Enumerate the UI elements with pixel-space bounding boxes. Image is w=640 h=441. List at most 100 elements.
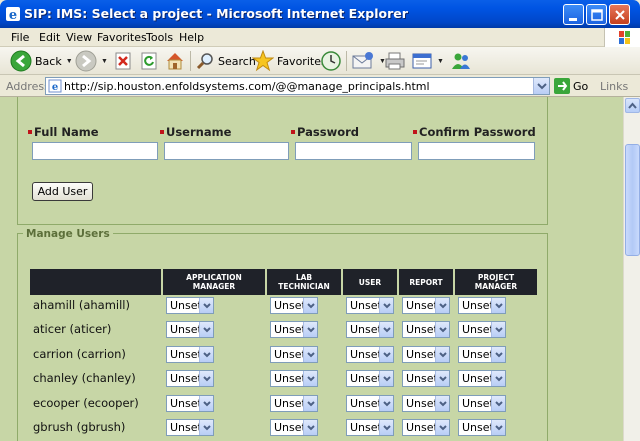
search-button[interactable]: Search (195, 49, 256, 73)
chevron-down-icon[interactable] (491, 298, 505, 313)
role-select[interactable]: Unset (346, 370, 394, 387)
chevron-down-icon[interactable] (199, 420, 213, 435)
menu-tools[interactable]: Tools (146, 31, 173, 44)
chevron-down-icon[interactable] (199, 371, 213, 386)
chevron-down-icon[interactable] (379, 371, 393, 386)
close-button[interactable] (609, 4, 630, 25)
chevron-down-icon[interactable] (199, 396, 213, 411)
stop-button[interactable] (113, 49, 133, 73)
chevron-down-icon[interactable] (303, 322, 317, 337)
confirm-password-input[interactable] (418, 142, 535, 160)
role-select[interactable]: Unset (346, 346, 394, 363)
password-input[interactable] (295, 142, 412, 160)
role-select[interactable]: Unset (166, 395, 214, 412)
role-select[interactable]: Unset (458, 297, 506, 314)
chevron-down-icon[interactable] (199, 347, 213, 362)
messenger-button[interactable] (450, 49, 472, 73)
back-dropdown-icon[interactable]: ▼ (66, 58, 73, 65)
role-select[interactable]: Unset (458, 395, 506, 412)
chevron-down-icon[interactable] (435, 298, 449, 313)
role-select[interactable]: Unset (402, 321, 450, 338)
title-bar[interactable]: e SIP: IMS: Select a project - Microsoft… (0, 0, 640, 28)
chevron-down-icon[interactable] (379, 420, 393, 435)
role-select[interactable]: Unset (402, 297, 450, 314)
scroll-up-button[interactable] (625, 98, 640, 113)
chevron-down-icon[interactable] (379, 298, 393, 313)
chevron-down-icon[interactable] (199, 322, 213, 337)
role-select[interactable]: Unset (166, 321, 214, 338)
minimize-button[interactable] (563, 4, 584, 25)
chevron-down-icon[interactable] (435, 420, 449, 435)
edit-dropdown-icon[interactable]: ▼ (437, 58, 444, 65)
role-select[interactable]: Unset (402, 370, 450, 387)
menu-file[interactable]: File (11, 31, 29, 44)
chevron-down-icon[interactable] (435, 322, 449, 337)
role-select[interactable]: Unset (166, 297, 214, 314)
role-select[interactable]: Unset (166, 419, 214, 436)
role-select[interactable]: Unset (166, 370, 214, 387)
vertical-scrollbar[interactable] (623, 97, 640, 441)
links-button[interactable]: Links (600, 80, 628, 93)
add-user-button[interactable]: Add User (32, 182, 93, 201)
go-button[interactable]: Go (554, 78, 588, 94)
menu-edit[interactable]: Edit (39, 31, 60, 44)
role-select[interactable]: Unset (458, 419, 506, 436)
chevron-down-icon[interactable] (435, 347, 449, 362)
manage-users-legend: Manage Users (23, 228, 113, 240)
role-select[interactable]: Unset (270, 395, 318, 412)
forward-dropdown-icon[interactable]: ▼ (101, 58, 108, 65)
role-select[interactable]: Unset (458, 321, 506, 338)
role-select[interactable]: Unset (346, 419, 394, 436)
refresh-button[interactable] (139, 49, 159, 73)
chevron-down-icon[interactable] (303, 347, 317, 362)
address-input[interactable]: e http://sip.houston.enfoldsystems.com/@… (45, 77, 550, 95)
chevron-down-icon[interactable] (491, 396, 505, 411)
chevron-down-icon[interactable] (491, 420, 505, 435)
role-select[interactable]: Unset (270, 321, 318, 338)
chevron-down-icon[interactable] (379, 347, 393, 362)
role-select[interactable]: Unset (402, 346, 450, 363)
menu-view[interactable]: View (66, 31, 92, 44)
role-select[interactable]: Unset (458, 346, 506, 363)
maximize-button[interactable] (586, 4, 607, 25)
role-select[interactable]: Unset (270, 346, 318, 363)
chevron-down-icon[interactable] (491, 322, 505, 337)
chevron-down-icon[interactable] (491, 347, 505, 362)
chevron-down-icon[interactable] (491, 371, 505, 386)
print-button[interactable] (384, 49, 406, 73)
chevron-down-icon[interactable] (303, 396, 317, 411)
role-select[interactable]: Unset (458, 370, 506, 387)
role-select[interactable]: Unset (402, 419, 450, 436)
favorites-button[interactable]: Favorites (252, 49, 327, 73)
forward-button[interactable]: ▼ (75, 49, 108, 73)
chevron-down-icon[interactable] (379, 322, 393, 337)
role-select[interactable]: Unset (346, 297, 394, 314)
chevron-down-icon[interactable] (303, 298, 317, 313)
chevron-down-icon[interactable] (303, 420, 317, 435)
role-select[interactable]: Unset (346, 395, 394, 412)
chevron-down-icon[interactable] (435, 371, 449, 386)
edit-button[interactable]: ▼ (411, 49, 444, 73)
role-select[interactable]: Unset (270, 297, 318, 314)
history-button[interactable] (320, 49, 342, 73)
mail-button[interactable]: ▼ (351, 49, 386, 73)
chevron-down-icon[interactable] (199, 298, 213, 313)
home-button[interactable] (164, 49, 186, 73)
address-dropdown-button[interactable] (533, 78, 549, 94)
role-select[interactable]: Unset (402, 395, 450, 412)
full-name-input[interactable] (32, 142, 158, 160)
username-input[interactable] (164, 142, 289, 160)
chevron-down-icon[interactable] (435, 396, 449, 411)
scroll-thumb[interactable] (625, 144, 640, 256)
role-select-value: Unset (170, 323, 202, 336)
role-select[interactable]: Unset (346, 321, 394, 338)
role-select[interactable]: Unset (166, 346, 214, 363)
back-button[interactable]: Back ▼ (10, 49, 73, 73)
role-select[interactable]: Unset (270, 419, 318, 436)
history-icon (321, 51, 341, 71)
menu-help[interactable]: Help (179, 31, 204, 44)
role-select[interactable]: Unset (270, 370, 318, 387)
chevron-down-icon[interactable] (303, 371, 317, 386)
menu-favorites[interactable]: Favorites (97, 31, 147, 44)
chevron-down-icon[interactable] (379, 396, 393, 411)
